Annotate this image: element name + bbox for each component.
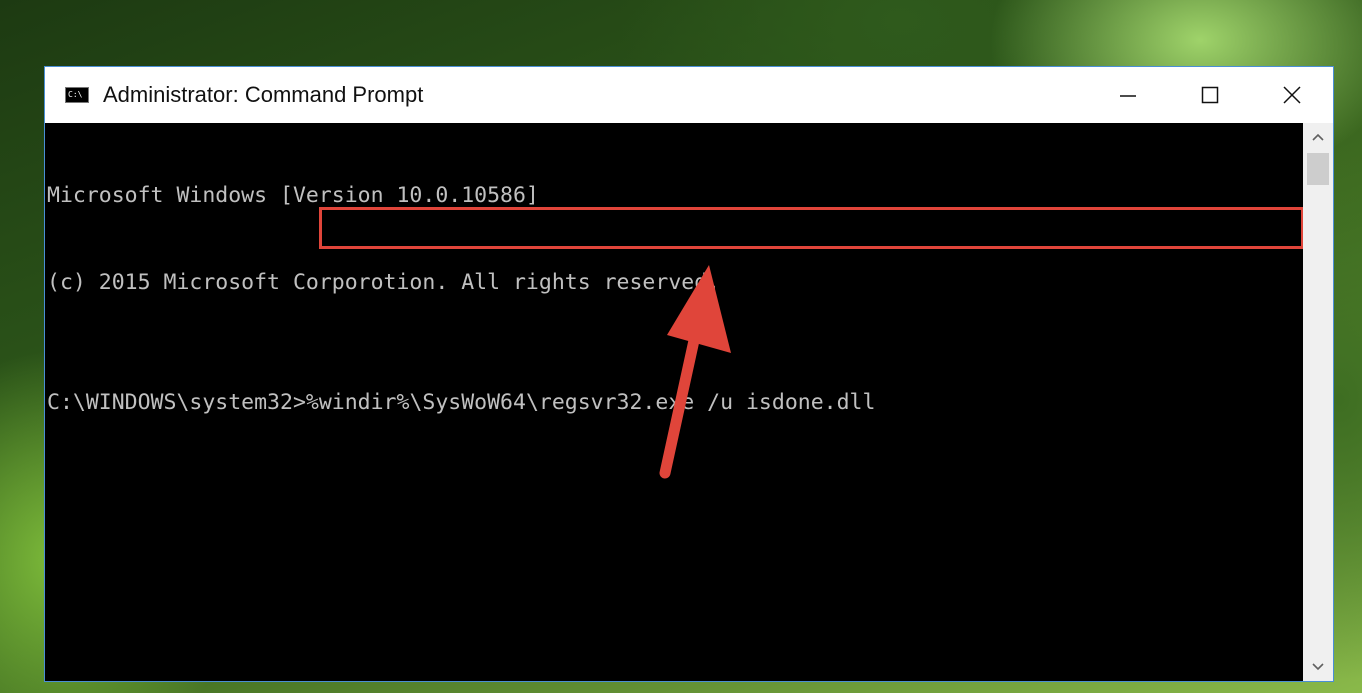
chevron-down-icon	[1312, 663, 1324, 671]
close-icon	[1283, 86, 1301, 104]
title-bar[interactable]: C:\ Administrator: Command Prompt	[45, 67, 1333, 123]
maximize-icon	[1201, 86, 1219, 104]
cmd-app-icon[interactable]: C:\	[65, 87, 89, 103]
window-title: Administrator: Command Prompt	[103, 82, 424, 107]
command-prompt-window: C:\ Administrator: Command Prompt Micros…	[44, 66, 1334, 682]
console-output[interactable]: Microsoft Windows [Version 10.0.10586] (…	[45, 123, 1303, 681]
console-prompt: C:\WINDOWS\system32>	[47, 390, 306, 415]
red-arrow-icon	[659, 265, 731, 479]
chevron-up-icon	[1312, 133, 1324, 141]
scroll-down-button[interactable]	[1303, 653, 1333, 681]
scroll-up-button[interactable]	[1303, 123, 1333, 151]
vertical-scrollbar[interactable]	[1303, 123, 1333, 681]
console-command: %windir%\SysWoW64\regsvr32.exe /u isdone…	[305, 390, 876, 415]
command-highlight-box	[319, 207, 1303, 249]
maximize-button[interactable]	[1169, 67, 1251, 123]
minimize-icon	[1120, 95, 1136, 97]
console-line: Microsoft Windows [Version 10.0.10586]	[47, 183, 539, 208]
minimize-button[interactable]	[1087, 67, 1169, 123]
close-button[interactable]	[1251, 67, 1333, 123]
window-controls	[1087, 67, 1333, 123]
scroll-thumb[interactable]	[1307, 153, 1329, 185]
